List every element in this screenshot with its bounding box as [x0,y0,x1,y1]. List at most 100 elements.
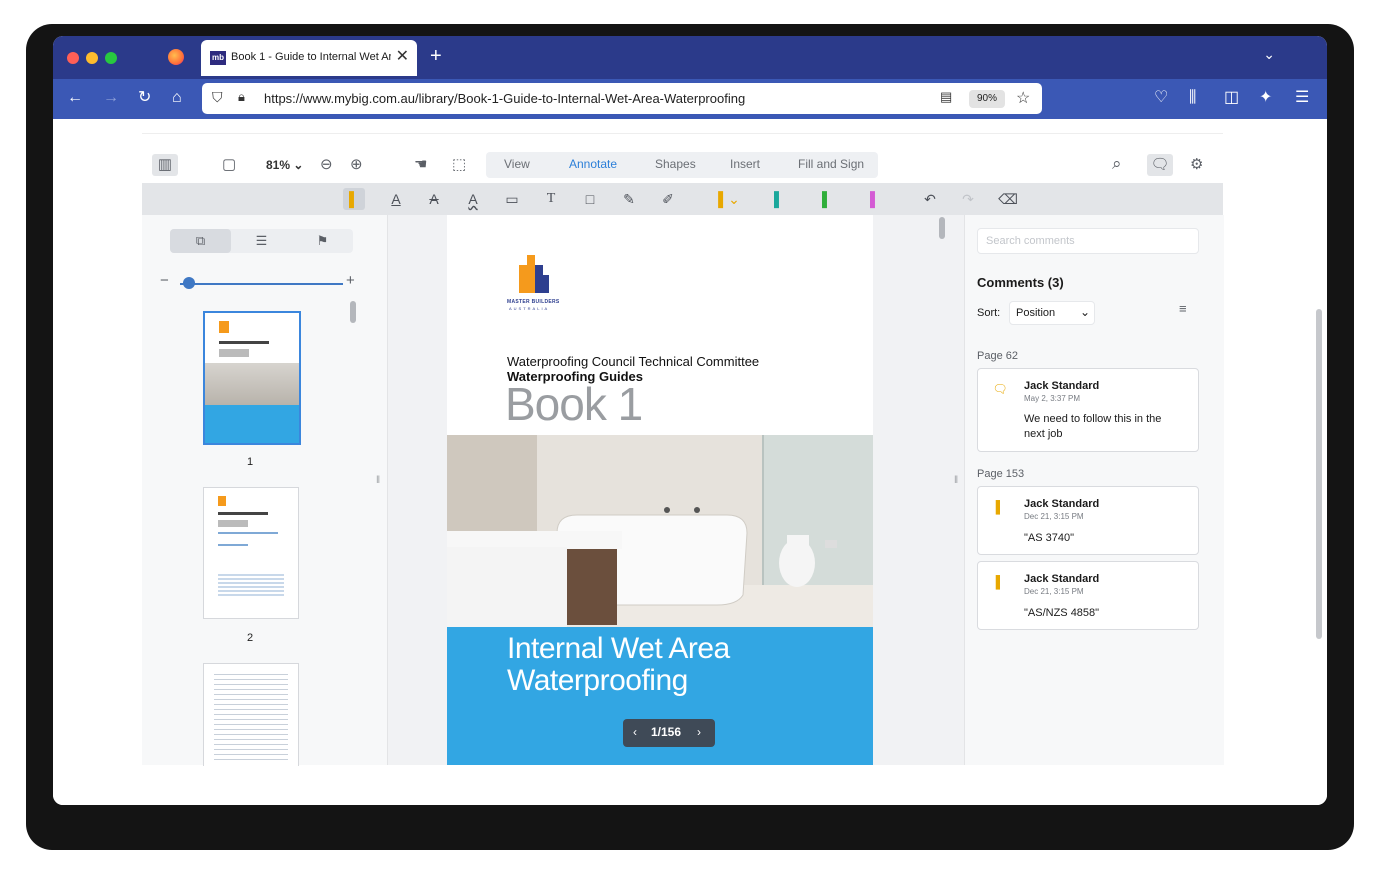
page-settings-icon[interactable]: ▢ [222,156,236,174]
comment-icon: 🗨︎ [992,382,1008,396]
document-scrollbar[interactable] [939,217,945,239]
highlight-tool-icon[interactable]: ▌ [343,188,365,210]
search-icon[interactable]: ⌕ [1112,155,1122,173]
underline-tool-icon[interactable]: A [385,188,407,210]
pan-hand-icon[interactable]: ☚ [414,156,427,174]
close-window-button[interactable] [67,52,79,64]
tab-title: Book 1 - Guide to Internal Wet Area [231,51,391,63]
ribbon-tabs: View Annotate Shapes Insert Fill and Sig… [486,152,878,178]
document-page: MASTER BUILDERS AUSTRALIA Waterproofing … [447,215,873,765]
minimize-window-button[interactable] [86,52,98,64]
forward-icon[interactable]: → [103,88,119,108]
thumbnail-size-decrease-icon[interactable]: − [160,272,169,289]
cover-title-line-2: Waterproofing [507,664,688,697]
settings-gear-icon[interactable]: ⚙ [1190,156,1203,174]
thumb-logo-mark [218,496,226,506]
comment-card[interactable]: ▌ Jack Standard Dec 21, 3:15 PM "AS/NZS … [977,561,1199,630]
pink-highlighter-icon[interactable]: ▌ [864,188,886,210]
outline-tab-icon[interactable]: ☰ [231,229,292,253]
comments-panel: Search comments Comments (3) Sort: Posit… [964,215,1224,765]
redo-icon[interactable]: ↷ [957,188,979,210]
thumb-text-line [219,341,269,344]
squiggly-tool-icon[interactable]: A [462,188,484,210]
select-area-icon[interactable]: ⬚ [452,156,466,174]
free-text-tool-icon[interactable]: T [540,188,562,210]
active-tab[interactable]: mb Book 1 - Guide to Internal Wet Area ✕ [201,40,417,76]
thumbnails-scrollbar[interactable] [350,301,356,323]
page-indicator[interactable]: 1/156 [651,725,681,739]
left-panel-tabs: ⧉ ☰ ⚑ [170,229,353,253]
site-favicon-icon: mb [210,51,226,65]
thumbnail-size-slider-handle[interactable] [183,277,195,289]
thumb-text-block [214,674,288,764]
strikeout-tool-icon[interactable]: A [423,188,445,210]
eraser-icon[interactable]: ⌫ [997,188,1019,210]
sticky-note-tool-icon[interactable]: ▭ [501,188,523,210]
comment-text: "AS/NZS 4858" [1024,607,1100,619]
filter-icon[interactable]: ≡ [1179,301,1187,316]
page-navigator: ‹ 1/156 › [623,719,715,747]
highlight-icon: ▌ [995,575,1005,589]
thumb-text-block [218,574,284,596]
sort-dropdown[interactable]: Position ⌄ [1009,301,1095,325]
menu-icon[interactable]: ☰ [1295,88,1309,108]
right-panel-resize-handle[interactable]: ‖ [954,475,958,486]
reload-icon[interactable]: ↻ [138,88,151,108]
thumbnails-tab-icon[interactable]: ⧉ [170,229,231,253]
thumbnail-size-slider[interactable] [180,283,343,285]
undo-icon[interactable]: ↶ [919,188,941,210]
thumbnail-page-3[interactable] [203,663,299,766]
toggle-left-panel-icon[interactable]: ▥ [152,154,178,176]
tab-fill-and-sign[interactable]: Fill and Sign [798,157,864,171]
tab-annotate[interactable]: Annotate [569,157,617,171]
next-page-icon[interactable]: › [697,725,701,739]
zoom-in-icon[interactable]: ⊕ [350,156,363,174]
comment-card[interactable]: 🗨︎ Jack Standard May 2, 3:37 PM We need … [977,368,1199,452]
home-icon[interactable]: ⌂ [172,88,182,108]
green-highlighter-icon[interactable]: ▌ [816,188,838,210]
list-all-tabs-icon[interactable]: ⌄ [1263,46,1275,63]
maximize-window-button[interactable] [105,52,117,64]
comment-author: Jack Standard [1024,498,1100,510]
thumbnail-size-increase-icon[interactable]: + [346,272,355,289]
zoom-level-dropdown[interactable]: 81% ⌄ [266,156,303,174]
thumbnail-page-1[interactable] [203,311,301,445]
zoom-level-badge[interactable]: 90% [969,90,1005,108]
address-bar[interactable]: ⛉ 🔒︎ https://www.mybig.com.au/library/Bo… [202,83,1042,114]
pen-tool-icon[interactable]: ✎ [618,188,640,210]
pocket-icon[interactable]: ♡ [1154,88,1168,108]
comments-panel-icon[interactable]: 🗨︎ [1147,154,1173,176]
tab-close-icon[interactable]: ✕ [396,47,409,67]
freehand-highlight-tool-icon[interactable]: ✐ [657,188,679,210]
yellow-highlighter-icon[interactable]: ▌⌄ [718,188,740,210]
page-scrollbar[interactable] [1316,309,1322,639]
url-text[interactable]: https://www.mybig.com.au/library/Book-1-… [264,91,745,106]
bookmark-star-icon[interactable]: ☆ [1016,88,1030,108]
thumb-blue-block [205,405,299,443]
bookmarks-tab-icon[interactable]: ⚑ [292,229,353,253]
tab-insert[interactable]: Insert [730,157,760,171]
shield-icon[interactable]: ⛉ [212,89,223,106]
tab-shapes[interactable]: Shapes [655,157,696,171]
tab-view[interactable]: View [504,157,530,171]
navigation-bar: ← → ↻ ⌂ ⛉ 🔒︎ https://www.mybig.com.au/li… [53,79,1327,119]
extensions-icon[interactable]: ✦ [1259,88,1272,108]
comment-card[interactable]: ▌ Jack Standard Dec 21, 3:15 PM "AS 3740… [977,486,1199,555]
firefox-icon[interactable] [168,49,184,65]
comments-heading: Comments (3) [977,275,1064,290]
sidebar-toggle-icon[interactable]: ◫ [1224,88,1239,108]
back-icon[interactable]: ← [67,88,83,108]
comment-date: Dec 21, 3:15 PM [1024,587,1084,596]
thumb-text-line [218,544,248,546]
lock-icon[interactable]: 🔒︎ [238,89,245,105]
previous-page-icon[interactable]: ‹ [633,725,637,739]
search-comments-input[interactable]: Search comments [977,228,1199,254]
teal-highlighter-icon[interactable]: ▌ [768,188,790,210]
left-panel-resize-handle[interactable]: ‖ [376,475,380,486]
thumbnail-page-2[interactable] [203,487,299,619]
rectangle-tool-icon[interactable]: □ [579,188,601,210]
new-tab-button[interactable]: + [430,45,442,68]
reader-view-icon[interactable]: ▤ [940,89,952,105]
zoom-out-icon[interactable]: ⊖ [320,156,333,174]
library-icon[interactable]: ⫼ [1189,88,1196,108]
